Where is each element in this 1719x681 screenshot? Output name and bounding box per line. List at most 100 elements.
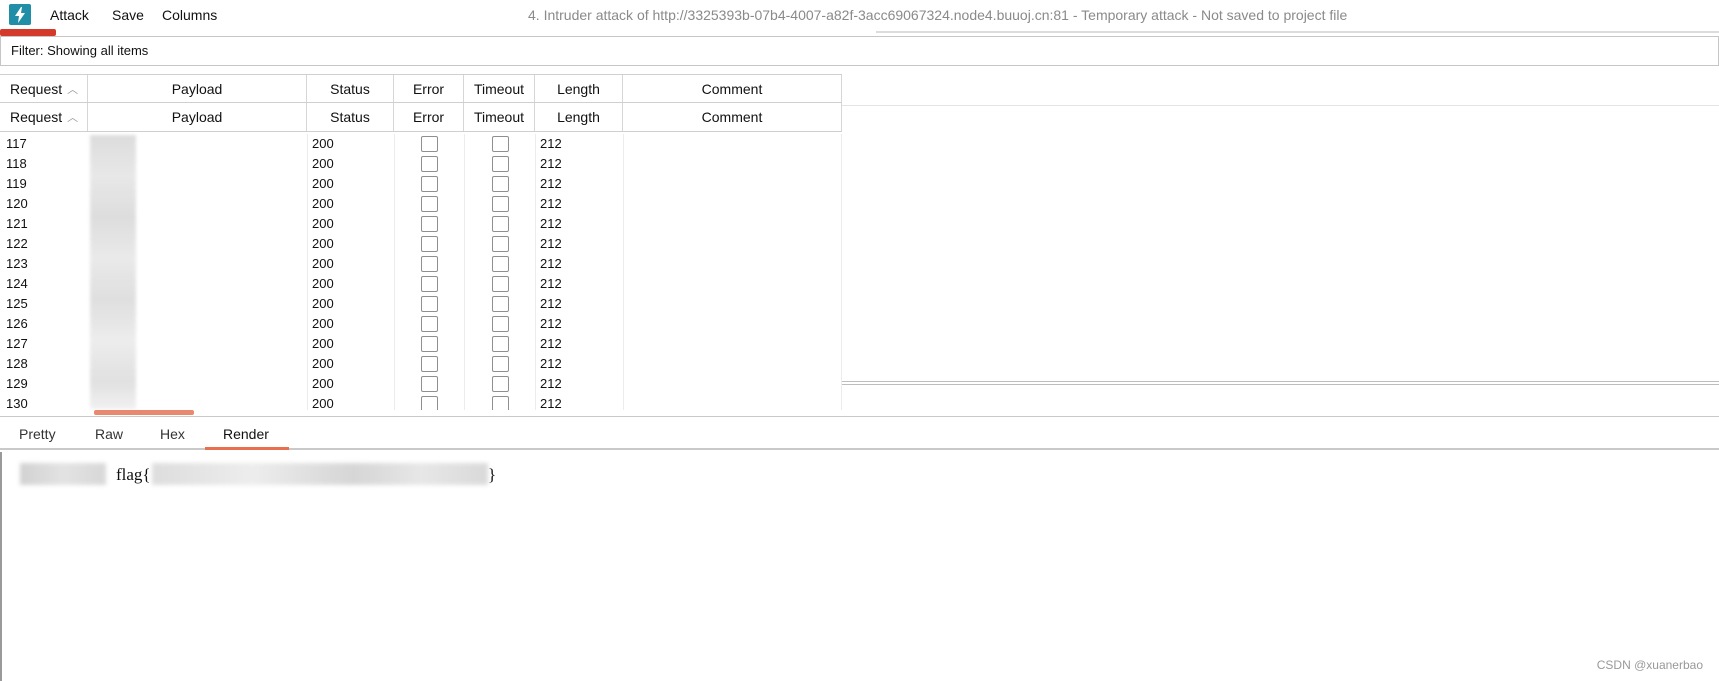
- error-checkbox[interactable]: [421, 316, 438, 332]
- cell-length: 212: [535, 214, 623, 234]
- header-status[interactable]: Status: [307, 75, 394, 102]
- cell-timeout: [464, 374, 535, 394]
- header-length[interactable]: Length: [535, 75, 623, 102]
- split-pane-divider[interactable]: [842, 381, 1719, 385]
- tab-hex[interactable]: Hex: [160, 426, 185, 442]
- cell-timeout: [464, 254, 535, 274]
- cell-comment: [623, 334, 842, 354]
- error-checkbox[interactable]: [421, 156, 438, 172]
- error-checkbox[interactable]: [421, 376, 438, 392]
- timeout-checkbox[interactable]: [491, 136, 509, 152]
- cell-comment: [623, 194, 842, 214]
- menu-bar: Attack Save Columns 4. Intruder attack o…: [0, 0, 1719, 36]
- cell-error: [394, 254, 464, 274]
- error-checkbox[interactable]: [421, 196, 438, 212]
- error-checkbox[interactable]: [421, 216, 438, 232]
- error-checkbox[interactable]: [421, 296, 438, 312]
- cell-timeout: [464, 214, 535, 234]
- timeout-checkbox[interactable]: [491, 316, 509, 332]
- cell-error: [394, 214, 464, 234]
- cell-comment: [623, 234, 842, 254]
- error-checkbox[interactable]: [421, 236, 438, 252]
- cell-timeout: [464, 194, 535, 214]
- timeout-checkbox[interactable]: [491, 296, 509, 312]
- cell-comment: [623, 294, 842, 314]
- cell-error: [394, 294, 464, 314]
- cell-timeout: [464, 334, 535, 354]
- header-request[interactable]: Request ︿: [0, 103, 88, 131]
- timeout-checkbox[interactable]: [491, 356, 509, 372]
- timeout-checkbox[interactable]: [491, 216, 509, 232]
- cell-error: [394, 314, 464, 334]
- tab-pretty[interactable]: Pretty: [19, 426, 56, 442]
- menu-columns[interactable]: Columns: [162, 7, 217, 23]
- sort-ascending-icon: ︿: [67, 83, 79, 96]
- sort-ascending-icon: ︿: [67, 112, 79, 124]
- header-request[interactable]: Request ︿: [0, 75, 88, 102]
- cell-length: 212: [535, 354, 623, 374]
- cell-error: [394, 274, 464, 294]
- render-flag-suffix: }: [488, 465, 497, 484]
- header-request-label: Request: [10, 80, 63, 97]
- cell-timeout: [464, 394, 535, 410]
- header-payload[interactable]: Payload: [88, 75, 307, 102]
- cell-error: [394, 334, 464, 354]
- lightning-bolt-icon[interactable]: [9, 4, 31, 25]
- timeout-checkbox[interactable]: [491, 176, 509, 192]
- timeout-checkbox[interactable]: [491, 196, 509, 212]
- header-payload[interactable]: Payload: [88, 103, 307, 131]
- render-flag-prefix: flag{: [116, 465, 151, 484]
- cell-comment: [623, 174, 842, 194]
- cell-request: 117: [6, 136, 27, 151]
- tab-render[interactable]: Render: [223, 426, 269, 442]
- cell-error: [394, 374, 464, 394]
- header-status[interactable]: Status: [307, 103, 394, 131]
- error-checkbox[interactable]: [421, 176, 438, 192]
- timeout-checkbox[interactable]: [491, 236, 509, 252]
- cell-timeout: [464, 314, 535, 334]
- timeout-checkbox[interactable]: [491, 396, 509, 410]
- timeout-checkbox[interactable]: [491, 256, 509, 272]
- header-error[interactable]: Error: [394, 103, 464, 131]
- cell-length: 212: [535, 274, 623, 294]
- cell-length: 212: [535, 394, 623, 410]
- header-timeout[interactable]: Timeout: [464, 103, 535, 131]
- error-checkbox[interactable]: [421, 256, 438, 272]
- table-right-divider: [842, 105, 1719, 106]
- cell-length: 212: [535, 134, 623, 154]
- cell-status: 200: [307, 194, 394, 214]
- error-checkbox[interactable]: [421, 336, 438, 352]
- cell-error: [394, 154, 464, 174]
- filter-bar[interactable]: Filter: Showing all items: [0, 36, 1719, 66]
- error-checkbox[interactable]: [421, 356, 438, 372]
- viewer-tab-bar: Pretty Raw Hex Render: [0, 416, 1719, 450]
- cell-status: 200: [307, 294, 394, 314]
- cell-request: 119: [6, 176, 27, 191]
- header-comment[interactable]: Comment: [623, 75, 842, 102]
- cell-request: 130: [6, 396, 28, 410]
- tab-raw[interactable]: Raw: [95, 426, 123, 442]
- timeout-checkbox[interactable]: [491, 376, 509, 392]
- header-length[interactable]: Length: [535, 103, 623, 131]
- menu-save[interactable]: Save: [112, 7, 144, 23]
- cell-request: 123: [6, 256, 28, 271]
- header-error[interactable]: Error: [394, 75, 464, 102]
- title-divider: [876, 31, 1719, 33]
- horizontal-scrollbar-thumb[interactable]: [94, 410, 194, 415]
- header-timeout[interactable]: Timeout: [464, 75, 535, 102]
- cell-timeout: [464, 234, 535, 254]
- menu-attack[interactable]: Attack: [50, 7, 89, 23]
- error-checkbox[interactable]: [421, 276, 438, 292]
- timeout-checkbox[interactable]: [491, 276, 509, 292]
- header-comment[interactable]: Comment: [623, 103, 842, 131]
- cell-request: 121: [6, 216, 28, 231]
- cell-length: 212: [535, 254, 623, 274]
- cell-length: 212: [535, 294, 623, 314]
- cell-length: 212: [535, 314, 623, 334]
- cell-comment: [623, 314, 842, 334]
- render-redaction-prefix: [20, 463, 106, 485]
- error-checkbox[interactable]: [421, 396, 438, 410]
- timeout-checkbox[interactable]: [491, 156, 509, 172]
- timeout-checkbox[interactable]: [491, 336, 509, 352]
- error-checkbox[interactable]: [421, 136, 438, 152]
